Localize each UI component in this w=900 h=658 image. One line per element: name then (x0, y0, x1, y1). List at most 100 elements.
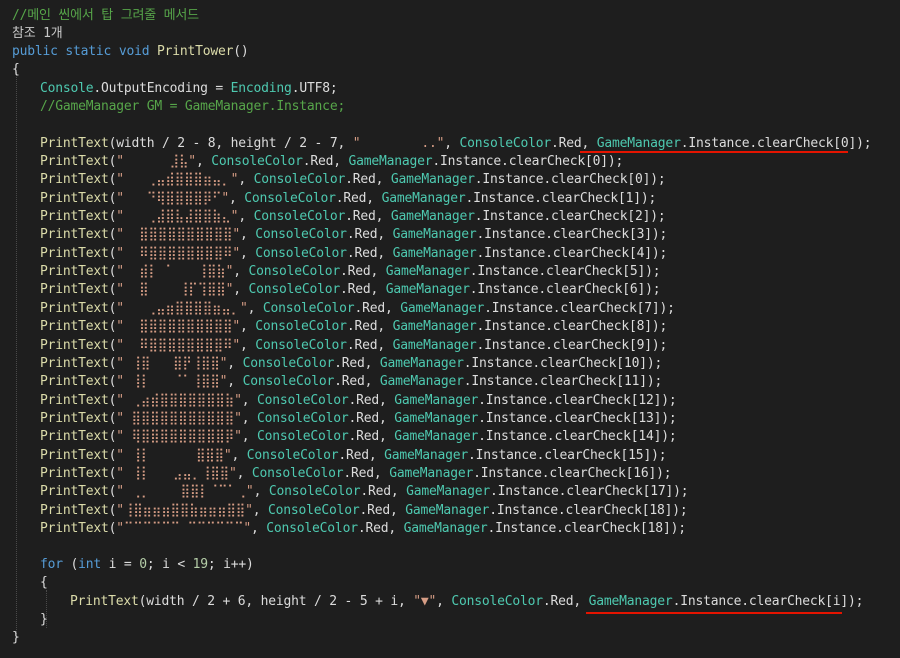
print-line: PrintText(" ⠿⣿⣿⣿⣿⣿⣿⣿⣿⠿", ConsoleColor.Re… (40, 245, 668, 261)
color-red: .Red, (348, 392, 395, 408)
type-gamemanager: GameManager (381, 190, 466, 206)
check-index: 15 (628, 447, 644, 463)
print-string: " ⣿⣿⣿⣿⣿⣿⣿⣿⣿⣿" (116, 227, 241, 243)
color-red: .Red, (334, 355, 380, 371)
check-index: 18 (647, 521, 663, 536)
keyword-int: int (78, 557, 102, 572)
print-string: " .." (352, 136, 445, 151)
instance-post: ]); (639, 355, 663, 371)
print-method: PrintText (40, 227, 109, 243)
check-index: 10 (623, 355, 640, 371)
instance-pre: .Instance.clearCheck[ (478, 429, 639, 445)
check-index: 13 (638, 410, 654, 426)
instance-pre: .Instance.clearCheck[ (463, 374, 624, 390)
color-red: .Red, (343, 465, 390, 481)
print-method: PrintText (40, 209, 109, 225)
print-string: " ⠙⢿⣿⣿⣿⣿⡿⠋" (116, 190, 229, 206)
type-gamemanager: GameManager (394, 392, 479, 408)
print-string: "⢸⣿⣶⣶⣶⣿⣿⣷⣶⣶⣶⣿⣿" (116, 502, 253, 518)
print-method: PrintText (40, 392, 109, 408)
type-consolecolor: ConsoleColor (248, 264, 341, 280)
reference-codelens[interactable]: 참조 1개 (12, 25, 63, 43)
instance-tail: .Instance.clearCheck[i]); (672, 594, 864, 609)
print-method: PrintText (40, 172, 109, 188)
instance-pre: .Instance.clearCheck[ (476, 245, 637, 261)
print-string: " ⢀⡀ ⣿⣿⡇⠈⠉⠁⢀" (116, 484, 254, 500)
instance-pre: .Instance.clearCheck[ (465, 190, 626, 206)
check-index: 12 (638, 392, 654, 408)
type-consolecolor: ConsoleColor (256, 392, 349, 408)
type-gamemanager: GameManager (384, 447, 468, 463)
print-method: PrintText (40, 282, 109, 298)
indent-guide (16, 72, 17, 634)
type-gamemanager: GameManager (394, 410, 479, 426)
type-console: Console (40, 81, 94, 96)
type-gamemanager: GameManager (385, 264, 470, 280)
check-index: 17 (650, 484, 666, 500)
check-index: 14 (638, 429, 654, 445)
keyword-public: public (12, 44, 58, 59)
print-line: PrintText(" ⢸⡇ ⠈⠁⢸⣿⣿", ConsoleColor.Red,… (40, 374, 663, 390)
instance-tail: .Instance.clearCheck[0]); (680, 136, 872, 151)
instance-post: ]); (642, 209, 666, 225)
keyword-void: void (118, 44, 150, 59)
instance-post: ]); (644, 319, 668, 335)
code-editor[interactable]: //메인 씬에서 탑 그려줄 메서드 참조 1개 public static v… (0, 0, 900, 658)
print-line: PrintText(" ⢸⡇ ⣠⣤⡀⢸⣿⣿", ConsoleColor.Red… (40, 465, 672, 481)
type-gamemanager: GameManager (403, 521, 488, 536)
print-line: PrintText(" ⢸⣿ ⣿⡟⢸⣿⣿", ConsoleColor.Red,… (40, 355, 663, 371)
instance-pre: .Instance.clearCheck[ (474, 172, 635, 188)
color-red: .Red, (346, 245, 393, 261)
instance-pre: .Instance.clearCheck[ (474, 209, 635, 225)
instance-post: ]); (665, 484, 689, 500)
instance-post: ]); (644, 245, 668, 261)
type-gamemanager: GameManager (392, 227, 477, 243)
print-string: " ⣾⡇ ⠁ ⢸⣿⣷" (116, 264, 234, 280)
print-line: PrintText(" ⣿⣿⣿⣿⣿⣿⣿⣿⣿⣿", ConsoleColor.Re… (40, 319, 668, 335)
type-consolecolor: ConsoleColor (459, 136, 552, 151)
print-line: PrintText(" ⣿⣿⣿⣿⣿⣿⣿⣿⣿⣿⣿", ConsoleColor.R… (40, 410, 677, 426)
type-consolecolor: ConsoleColor (255, 245, 347, 261)
instance-pre: .Instance.clearCheck[ (489, 502, 650, 518)
instance-pre: .Instance.clearCheck[ (484, 300, 645, 316)
instance-post: ]); (653, 392, 677, 408)
print-string: " ⠿⣿⣿⣿⣿⣿⣿⣿⣿⠿" (116, 337, 241, 353)
print-string: " ⣿⣿⣿⣿⣿⣿⣿⣿⣿⣿⣿" (116, 410, 242, 426)
print-string: " ⢸⡇ ⣿⣿⣿" (116, 447, 232, 463)
instance-pre: .Instance.clearCheck[ (468, 447, 629, 463)
print-method: PrintText (40, 154, 109, 169)
print-method: PrintText (40, 429, 109, 445)
print-line: PrintText(" ⣾⡇ ⠁ ⢸⣿⣷", ConsoleColor.Red,… (40, 264, 661, 280)
commented-gm-line: //GameManager GM = GameManager.Instance; (40, 99, 346, 114)
print-line: PrintText(" ⢀⣼⣿⣧⣼⣿⣿⣷⣄", ConsoleColor.Red… (40, 209, 666, 225)
print-line: PrintText(" ⠿⣿⣿⣿⣿⣿⣿⣿⣿⠿", ConsoleColor.Re… (40, 337, 668, 353)
color-red: .Red, (348, 410, 395, 426)
check-index: 5 (629, 264, 638, 280)
for-part-a: i = (101, 557, 140, 572)
instance-post: ]); (644, 227, 668, 243)
print-string: " ⢿⣿⣿⣿⣿⣿⣿⣿⣿⣿⡿" (116, 429, 242, 445)
print-string: " ⢀⣤⣶⣿⣿⣿⣿⣶⣤⡀" (116, 300, 248, 316)
type-consolecolor: ConsoleColor (244, 190, 336, 206)
print-string: "▼" (413, 594, 437, 609)
print-string: " ⣿ ⢸⡏⢹⣿⣿" (116, 282, 234, 298)
type-gamemanager: GameManager (406, 484, 491, 500)
inner-open-brace: { (40, 575, 48, 590)
for-part-c: ; i++) (207, 557, 254, 572)
check-index: 18 (649, 502, 665, 518)
color-red: .Red, (551, 136, 597, 151)
print-string: " ⣿⣿⣿⣿⣿⣿⣿⣿⣿⣿" (116, 319, 241, 335)
color-red: .Red, (348, 429, 395, 445)
encoding-tail: .UTF8; (291, 81, 338, 96)
instance-pre: .Instance.clearCheck[ (490, 484, 651, 500)
instance-post: ]); (633, 190, 657, 206)
parens: () (233, 44, 249, 59)
type-consolecolor: ConsoleColor (246, 447, 339, 463)
print-string: " ⢀⣴⣾⣿⣿⣿⣿⣿⣿⣿⣷" (116, 392, 242, 408)
print-line: PrintText(" ⢀⣤⣶⣿⣿⣿⣿⣶⣤⡀", ConsoleColor.Re… (40, 300, 675, 316)
type-consolecolor: ConsoleColor (255, 319, 347, 335)
for-part-b: ; i < (146, 557, 193, 572)
instance-post: ]); (639, 374, 663, 390)
color-red: .Red, (346, 337, 393, 353)
method-signature: public static void PrintTower() (12, 43, 249, 61)
